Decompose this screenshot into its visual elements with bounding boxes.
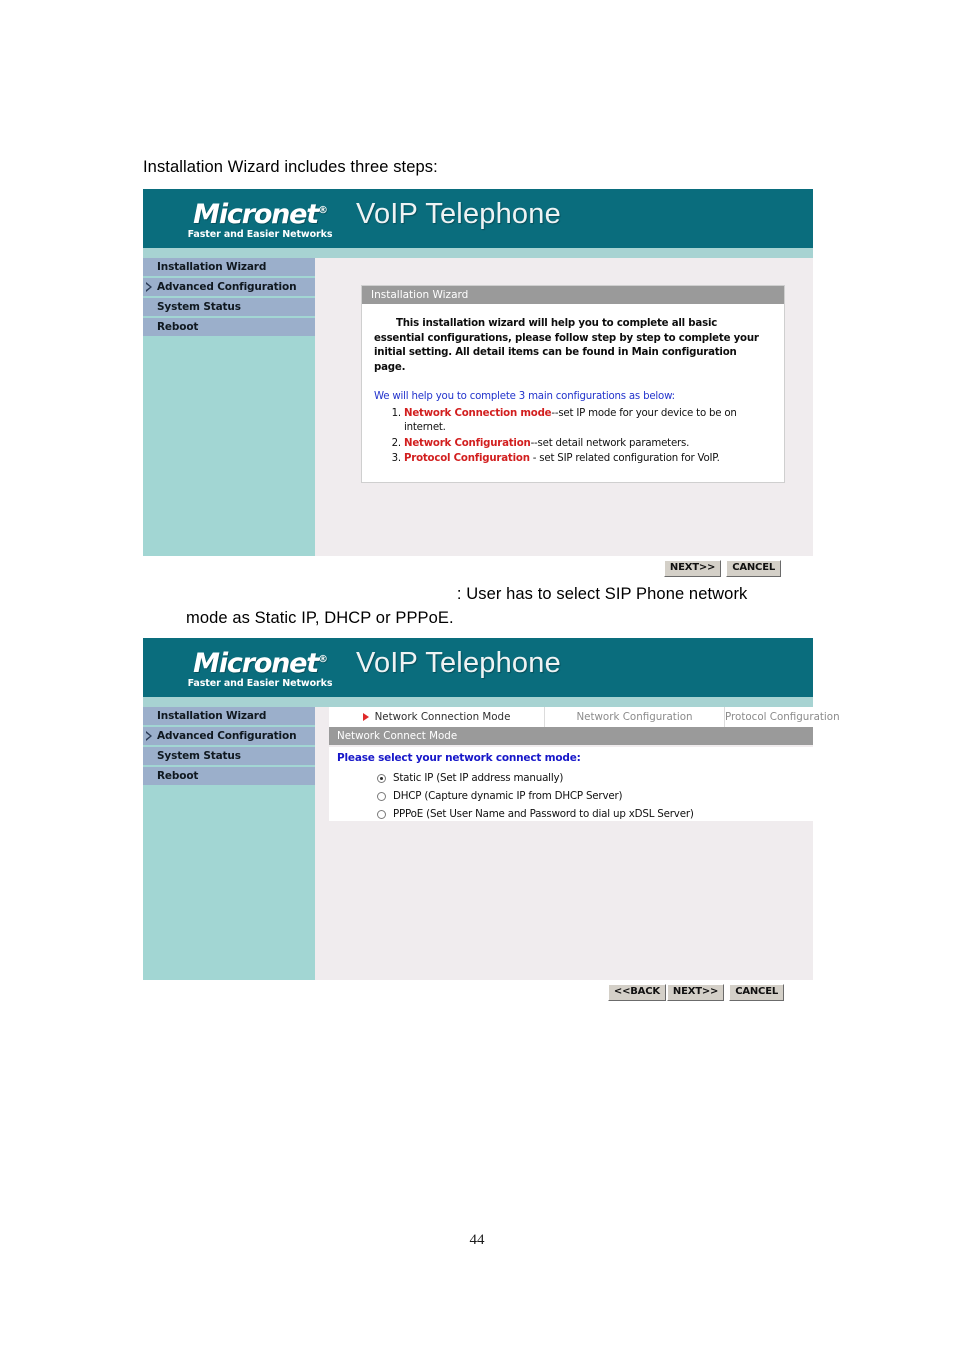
wizard-lead-line: We will help you to complete 3 main conf… xyxy=(374,391,675,402)
cancel-button[interactable]: CANCEL xyxy=(726,559,781,577)
tab-label: Network Connection Mode xyxy=(374,711,511,723)
sidebar-item-label: Reboot xyxy=(157,770,199,782)
brand-underline-1 xyxy=(143,248,813,258)
list-item: Protocol Configuration - set SIP related… xyxy=(404,452,770,467)
list-item: Network Connection mode--set IP mode for… xyxy=(404,407,770,436)
app-body-1: Installation Wizard Advanced Configurati… xyxy=(143,258,813,556)
footer-buttons-2: <<BACK NEXT>> CANCEL xyxy=(143,980,813,1004)
sidebar-item-system-status[interactable]: System Status xyxy=(143,747,315,767)
radio-button-icon[interactable] xyxy=(377,791,386,801)
wizard-intro-card: Installation Wizard This installation wi… xyxy=(361,285,785,483)
step-keyword: Protocol Configuration xyxy=(404,453,530,464)
sidebar-item-label: System Status xyxy=(157,301,241,313)
step-keyword: Network Configuration xyxy=(404,437,531,449)
tab-network-connection-mode[interactable]: Network Connection Mode xyxy=(329,707,545,727)
intro-paragraph: Installation Wizard includes three steps… xyxy=(143,158,438,176)
sidebar-item-installation-wizard[interactable]: Installation Wizard xyxy=(143,707,315,727)
next-button[interactable]: NEXT>> xyxy=(663,559,722,577)
radio-button-icon[interactable] xyxy=(377,809,386,819)
brand-header-2: Micronet® Faster and Easier Networks VoI… xyxy=(143,638,813,697)
card-title: Installation Wizard xyxy=(362,286,784,304)
radio-option-static-ip[interactable]: Static IP (Set IP address manually) xyxy=(377,772,813,784)
tab-label: Network Configuration xyxy=(576,711,693,723)
radio-option-dhcp[interactable]: DHCP (Capture dynamic IP from DHCP Serve… xyxy=(377,790,813,802)
footer-buttons-1: NEXT>> CANCEL xyxy=(143,556,813,580)
registered-mark-icon: ® xyxy=(318,654,328,665)
sidebar-item-label: System Status xyxy=(157,750,241,762)
screenshot-installation-wizard: Micronet® Faster and Easier Networks VoI… xyxy=(143,189,813,580)
sidebar-item-installation-wizard[interactable]: Installation Wizard xyxy=(143,258,315,278)
tab-network-configuration[interactable]: Network Configuration xyxy=(545,707,725,727)
brand-underline-2 xyxy=(143,697,813,707)
radio-label: DHCP (Capture dynamic IP from DHCP Serve… xyxy=(393,790,623,802)
product-title-1: VoIP Telephone xyxy=(356,198,561,230)
sidebar-item-label: Installation Wizard xyxy=(157,261,267,273)
step-rest: - set SIP related configuration for VoIP… xyxy=(529,453,720,464)
network-mode-radio-group: Static IP (Set IP address manually) DHCP… xyxy=(337,772,813,820)
brand-header-1: Micronet® Faster and Easier Networks VoI… xyxy=(143,189,813,248)
page-number: 44 xyxy=(469,1232,485,1248)
logo-tagline: Faster and Easier Networks xyxy=(187,678,333,689)
app-body-2: Installation Wizard Advanced Configurati… xyxy=(143,707,840,980)
network-mode-form: Please select your network connect mode:… xyxy=(329,747,813,821)
product-title-2: VoIP Telephone xyxy=(356,647,561,679)
sidebar-item-reboot[interactable]: Reboot xyxy=(143,318,315,338)
logo-wordmark: Micronet® xyxy=(193,199,328,230)
wizard-step-list: Network Connection mode--set IP mode for… xyxy=(374,407,770,467)
tab-label: Protocol Configuration xyxy=(725,711,840,723)
sidebar-item-label: Reboot xyxy=(157,321,199,333)
sidebar-item-advanced-configuration[interactable]: Advanced Configuration xyxy=(143,727,315,747)
logo-tagline: Faster and Easier Networks xyxy=(187,229,333,240)
caption-line-1: : User has to select SIP Phone network xyxy=(143,585,747,604)
next-button[interactable]: NEXT>> xyxy=(666,983,725,1001)
list-item: Network Configuration--set detail networ… xyxy=(404,437,770,452)
screenshot-network-connection-mode: Micronet® Faster and Easier Networks VoI… xyxy=(143,638,840,1004)
chevron-right-icon xyxy=(146,282,152,292)
caption-text-1: : User has to select SIP Phone network xyxy=(456,585,748,603)
sidebar-item-system-status[interactable]: System Status xyxy=(143,298,315,318)
section-title-bar: Network Connect Mode xyxy=(329,727,813,745)
radio-button-icon[interactable] xyxy=(377,773,386,783)
micronet-logo-1: Micronet® Faster and Easier Networks xyxy=(184,196,336,241)
cancel-button[interactable]: CANCEL xyxy=(729,983,784,1001)
back-button[interactable]: <<BACK xyxy=(607,983,666,1001)
sidebar-item-advanced-configuration[interactable]: Advanced Configuration xyxy=(143,278,315,298)
main-panel-1: Installation Wizard This installation wi… xyxy=(315,258,813,556)
form-prompt: Please select your network connect mode: xyxy=(337,752,581,764)
sidebar-item-label: Advanced Configuration xyxy=(157,281,297,293)
sidebar-1: Installation Wizard Advanced Configurati… xyxy=(143,258,315,556)
active-tab-marker-icon xyxy=(362,713,369,721)
step-keyword: Network Connection mode xyxy=(404,407,552,419)
tab-protocol-configuration[interactable]: Protocol Configuration xyxy=(725,707,840,727)
step-rest: --set detail network parameters. xyxy=(530,437,690,449)
main-panel-2: Network Connection Mode Network Configur… xyxy=(315,707,840,980)
sidebar-item-label: Advanced Configuration xyxy=(157,730,297,742)
card-content: This installation wizard will help you t… xyxy=(362,304,784,482)
wizard-tabstrip: Network Connection Mode Network Configur… xyxy=(329,707,840,727)
chevron-right-icon xyxy=(146,731,152,741)
registered-mark-icon: ® xyxy=(318,205,328,216)
caption-line-2: mode as Static IP, DHCP or PPPoE. xyxy=(186,609,454,627)
radio-label: Static IP (Set IP address manually) xyxy=(393,772,564,784)
sidebar-item-reboot[interactable]: Reboot xyxy=(143,767,315,787)
radio-label: PPPoE (Set User Name and Password to dia… xyxy=(393,808,694,820)
wizard-description: This installation wizard will help you t… xyxy=(374,318,759,373)
sidebar-item-label: Installation Wizard xyxy=(157,710,267,722)
logo-wordmark: Micronet® xyxy=(193,648,328,679)
radio-option-pppoe[interactable]: PPPoE (Set User Name and Password to dia… xyxy=(377,808,813,820)
micronet-logo-2: Micronet® Faster and Easier Networks xyxy=(184,645,336,690)
sidebar-2: Installation Wizard Advanced Configurati… xyxy=(143,707,315,980)
